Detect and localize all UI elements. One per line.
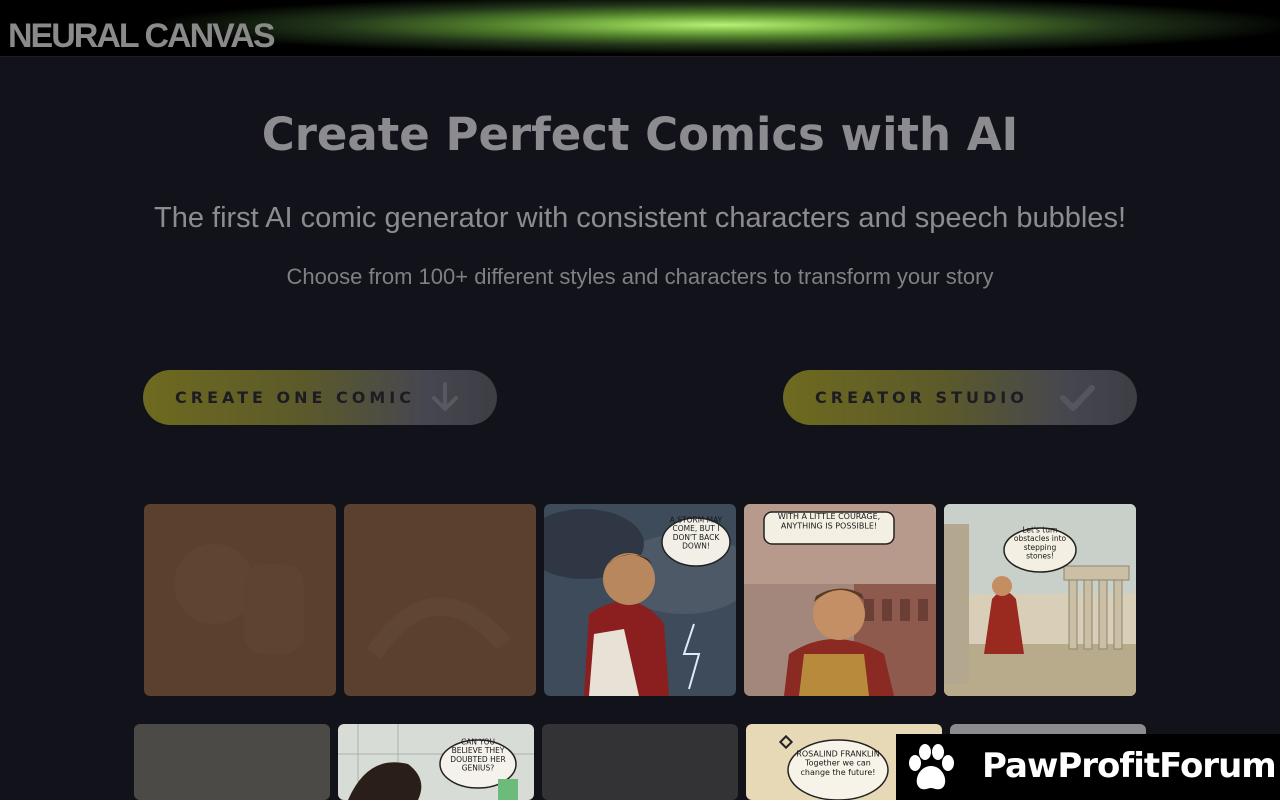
check-icon xyxy=(1060,385,1095,411)
creator-studio-label: CREATOR STUDIO xyxy=(815,388,1028,407)
comic-placeholder-image xyxy=(542,724,738,800)
comic-placeholder-image xyxy=(344,504,536,696)
watermark-text: PawProfitForum xyxy=(982,746,1277,786)
speech-bubble-text: WITH A LITTLE COURAGE, xyxy=(778,512,880,521)
speech-bubble-text: Together we can xyxy=(804,759,871,768)
hero-tagline: Choose from 100+ different styles and ch… xyxy=(286,264,994,289)
speech-bubble-text: DOWN! xyxy=(682,541,710,550)
gallery-tile-2[interactable] xyxy=(344,504,536,696)
gallery-tile-1[interactable] xyxy=(144,504,336,696)
speech-bubble-text: GENIUS? xyxy=(462,763,495,772)
speech-bubble-text: ANYTHING IS POSSIBLE! xyxy=(781,521,877,530)
gallery-tile-7[interactable]: CAN YOU BELIEVE THEY DOUBTED HER GENIUS? xyxy=(338,724,534,800)
gallery-tile-6[interactable] xyxy=(134,724,330,800)
comic-placeholder-image xyxy=(144,504,336,696)
comic-lab-image: CAN YOUBELIEVE THEYDOUBTED HERGENIUS? xyxy=(338,724,534,800)
gallery-tile-3[interactable]: A STORM MAY COME, BUT I DON'T BACK DOWN! xyxy=(544,504,736,696)
comic-storm-image: A STORM MAYCOME, BUT IDON'T BACKDOWN! xyxy=(544,504,736,696)
header-glow xyxy=(120,0,1280,56)
create-one-comic-button[interactable]: CREATE ONE COMIC xyxy=(143,370,497,425)
creator-studio-button[interactable]: CREATOR STUDIO xyxy=(783,370,1137,425)
comic-forum-image: Let's turnobstacles intosteppingstones! xyxy=(944,504,1136,696)
paw-icon xyxy=(909,744,954,790)
hero-title: Create Perfect Comics with AI xyxy=(261,108,1019,161)
comic-placeholder-image xyxy=(134,724,330,800)
top-header: NEURAL CANVAS xyxy=(0,0,1280,57)
speech-bubble-text: ROSALIND FRANKLIN xyxy=(796,749,879,758)
gallery-tile-4[interactable]: WITH A LITTLE COURAGE, ANYTHING IS POSSIB… xyxy=(744,504,936,696)
site-logo[interactable]: NEURAL CANVAS xyxy=(8,16,276,56)
speech-bubble-text: change the future! xyxy=(801,768,876,777)
watermark-badge: PawProfitForum xyxy=(896,734,1280,800)
arrow-down-icon xyxy=(432,382,458,411)
speech-bubble-text: stones! xyxy=(1026,551,1054,560)
gallery-tile-5[interactable]: Let's turn obstacles into stepping stones! xyxy=(944,504,1136,696)
comic-colosseum-image: WITH A LITTLE COURAGE,ANYTHING IS POSSIB… xyxy=(744,504,936,696)
hero-subtitle: The first AI comic generator with consis… xyxy=(154,202,1126,234)
create-one-comic-label: CREATE ONE COMIC xyxy=(175,388,415,407)
gallery-tile-8[interactable] xyxy=(542,724,738,800)
